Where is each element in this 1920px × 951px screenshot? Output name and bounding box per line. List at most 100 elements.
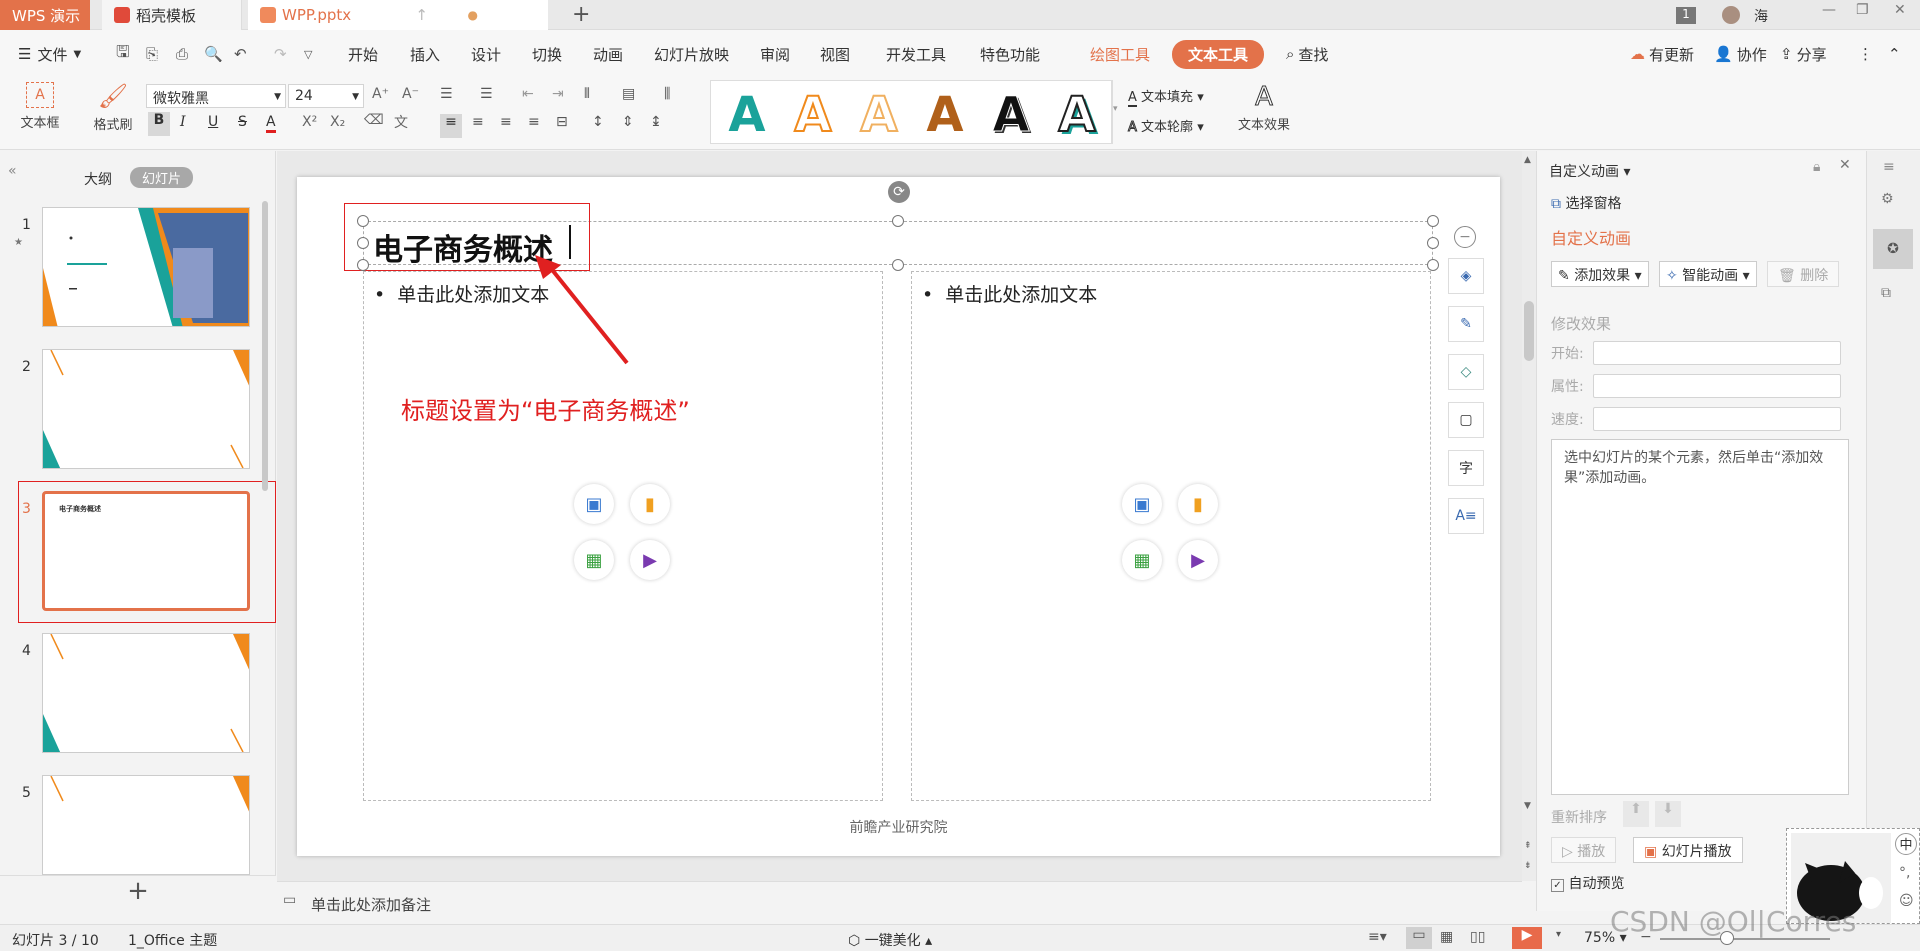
text-fill-button[interactable]: A 文本填充 ▾ bbox=[1128, 86, 1204, 107]
collab-button[interactable]: 👤 协作 bbox=[1714, 30, 1767, 78]
resize-handle[interactable] bbox=[892, 259, 904, 271]
menu-item-review[interactable]: 审阅 bbox=[760, 30, 790, 78]
ime-skin-icon[interactable]: ☺ bbox=[1899, 893, 1914, 909]
right-content-placeholder[interactable]: • 单击此处添加文本 ▣ ▮ ▦ ▶ bbox=[911, 271, 1431, 801]
slide-thumbnail-5[interactable] bbox=[42, 775, 250, 875]
insert-picture-icon[interactable]: ▣ bbox=[574, 484, 614, 524]
font-name-select[interactable]: 微软雅黑 ▼ bbox=[146, 84, 286, 108]
zoom-slider[interactable] bbox=[1660, 938, 1830, 940]
play-button[interactable]: ▷ 播放 bbox=[1551, 837, 1617, 863]
add-effect-button[interactable]: ✎ 添加效果 ▾ bbox=[1551, 261, 1649, 287]
distribute-icon[interactable]: ⊟ bbox=[556, 114, 568, 130]
menu-item-developer[interactable]: 开发工具 bbox=[886, 30, 946, 78]
side-collapse-icon[interactable]: ≡ bbox=[1883, 159, 1895, 175]
template-tab[interactable]: 稻壳模板 bbox=[102, 0, 242, 30]
menu-item-features[interactable]: 特色功能 bbox=[980, 30, 1040, 78]
collapse-float-icon[interactable]: − bbox=[1454, 226, 1476, 248]
gallery-scroll-icon[interactable]: ▾ bbox=[1112, 80, 1122, 144]
line-spacing-icon[interactable]: ↕ bbox=[592, 114, 604, 130]
undo-icon[interactable]: ↶ bbox=[234, 30, 247, 78]
normal-view-icon[interactable]: ▭ bbox=[1406, 927, 1432, 949]
insert-video-icon[interactable]: ▶ bbox=[1178, 540, 1218, 580]
ime-punct-icon[interactable]: °, bbox=[1899, 865, 1910, 881]
wordart-style-3[interactable]: A bbox=[849, 86, 909, 144]
font-size-select[interactable]: 24 ▼ bbox=[288, 84, 364, 108]
insert-chart-icon[interactable]: ▮ bbox=[630, 484, 670, 524]
menu-item-transition[interactable]: 切换 bbox=[532, 30, 562, 78]
start-select[interactable] bbox=[1593, 341, 1841, 365]
collapse-pane-icon[interactable]: « bbox=[8, 163, 17, 179]
menu-item-view[interactable]: 视图 bbox=[820, 30, 850, 78]
more-options-icon[interactable]: ⋮ bbox=[1858, 30, 1873, 78]
text-outline-button[interactable]: A 文本轮廓 ▾ bbox=[1128, 116, 1204, 136]
slideshow-menu-icon[interactable]: ▾ bbox=[1556, 929, 1561, 940]
adjust-icon[interactable]: ⚙ bbox=[1881, 191, 1894, 207]
collapse-ribbon-icon[interactable]: ⌃ bbox=[1888, 30, 1901, 78]
columns-icon[interactable]: ⫴ bbox=[584, 86, 590, 102]
insert-table-icon[interactable]: ▦ bbox=[1122, 540, 1162, 580]
sorter-view-icon[interactable]: ▦ bbox=[1440, 929, 1453, 945]
menu-item-animation[interactable]: 动画 bbox=[593, 30, 623, 78]
avatar[interactable] bbox=[1722, 6, 1740, 24]
justify-icon[interactable]: ≡ bbox=[528, 114, 540, 130]
resize-handle[interactable] bbox=[1427, 215, 1439, 227]
align-center-icon[interactable]: ≡ bbox=[472, 114, 484, 130]
insert-chart-icon[interactable]: ▮ bbox=[1178, 484, 1218, 524]
restore-icon[interactable]: ❐ bbox=[1856, 2, 1869, 18]
strikethrough-button[interactable]: S bbox=[238, 114, 247, 130]
preview-icon[interactable]: 🔍 bbox=[204, 30, 223, 78]
scroll-thumb[interactable] bbox=[1524, 301, 1534, 361]
paragraph-spacing-icon[interactable]: ⇕ bbox=[622, 114, 634, 130]
pane-title[interactable]: 自定义动画 ▾ bbox=[1549, 161, 1630, 181]
align-left-icon[interactable]: ≡ bbox=[440, 114, 462, 138]
delete-button[interactable]: 🗑︎ 删除 bbox=[1767, 261, 1840, 287]
canvas-scrollbar[interactable]: ▲ ▼ ⇞ ⇟ bbox=[1522, 151, 1536, 881]
lock-icon[interactable]: 🔒︎ bbox=[1813, 159, 1820, 175]
text-box-icon[interactable]: ▤ bbox=[622, 86, 635, 102]
phonetic-icon[interactable]: 文 bbox=[394, 112, 408, 132]
custom-animation-icon[interactable]: ✪ bbox=[1873, 229, 1913, 269]
minimize-icon[interactable]: — bbox=[1822, 2, 1836, 18]
slide-title[interactable]: 电子商务概述 bbox=[373, 225, 553, 269]
resize-handle[interactable] bbox=[1427, 259, 1439, 271]
menu-item-text-tools[interactable]: 文本工具 bbox=[1172, 30, 1265, 78]
notes-bar[interactable]: ▭ 单击此处添加备注 bbox=[277, 881, 1522, 924]
wordart-style-6[interactable]: A bbox=[1047, 86, 1107, 144]
slideshow-button[interactable]: ▣ 幻灯片播放 bbox=[1633, 837, 1743, 863]
menu-item-home[interactable]: 开始 bbox=[348, 30, 378, 78]
rotate-handle-icon[interactable]: ⟳ bbox=[888, 181, 910, 203]
insert-table-icon[interactable]: ▦ bbox=[574, 540, 614, 580]
menu-item-drawing-tools[interactable]: 绘图工具 bbox=[1090, 30, 1150, 78]
transition-icon[interactable]: ⧉ bbox=[1881, 285, 1891, 301]
bold-button[interactable]: B bbox=[148, 112, 170, 136]
notes-toggle-icon[interactable]: ≡▾ bbox=[1368, 929, 1387, 945]
select-pane-button[interactable]: ⧉ 选择窗格 bbox=[1551, 193, 1621, 213]
slide-thumbnail-4[interactable] bbox=[42, 633, 250, 753]
file-menu[interactable]: ☰ 文件 ▼ bbox=[18, 30, 81, 78]
resize-handle[interactable] bbox=[357, 215, 369, 227]
paragraph-settings-icon[interactable]: ↨ bbox=[650, 114, 662, 130]
resize-handle[interactable] bbox=[892, 215, 904, 227]
resize-handle[interactable] bbox=[357, 237, 369, 249]
grow-font-icon[interactable]: A⁺ bbox=[372, 86, 389, 102]
resize-handle[interactable] bbox=[1427, 237, 1439, 249]
wordart-style-4[interactable]: A bbox=[915, 87, 975, 143]
superscript-icon[interactable]: X² bbox=[302, 114, 317, 130]
wordart-style-2[interactable]: A bbox=[783, 86, 843, 144]
bullets-icon[interactable]: ☰ bbox=[440, 86, 453, 102]
outline-shape-icon[interactable]: ▢ bbox=[1448, 402, 1484, 438]
style-brush-icon[interactable]: ✎ bbox=[1448, 306, 1484, 342]
shrink-font-icon[interactable]: A⁻ bbox=[402, 86, 419, 102]
property-select[interactable] bbox=[1593, 374, 1841, 398]
update-button[interactable]: ☁ 有更新 bbox=[1630, 30, 1694, 78]
add-slide-button[interactable]: + bbox=[0, 875, 276, 911]
redo-icon[interactable]: ↷ bbox=[274, 30, 287, 78]
format-painter-button[interactable]: 🖌 格式刷 bbox=[88, 82, 138, 133]
text-direction-icon[interactable]: ⫼ bbox=[664, 86, 670, 102]
scroll-down-icon[interactable]: ▼ bbox=[1524, 801, 1531, 811]
close-pane-icon[interactable]: ✕ bbox=[1839, 157, 1851, 173]
font-color-button[interactable]: A bbox=[266, 114, 276, 133]
insert-picture-icon[interactable]: ▣ bbox=[1122, 484, 1162, 524]
decrease-indent-icon[interactable]: ⇤ bbox=[522, 86, 534, 102]
more-chevron-icon[interactable]: ▽ bbox=[304, 30, 312, 78]
